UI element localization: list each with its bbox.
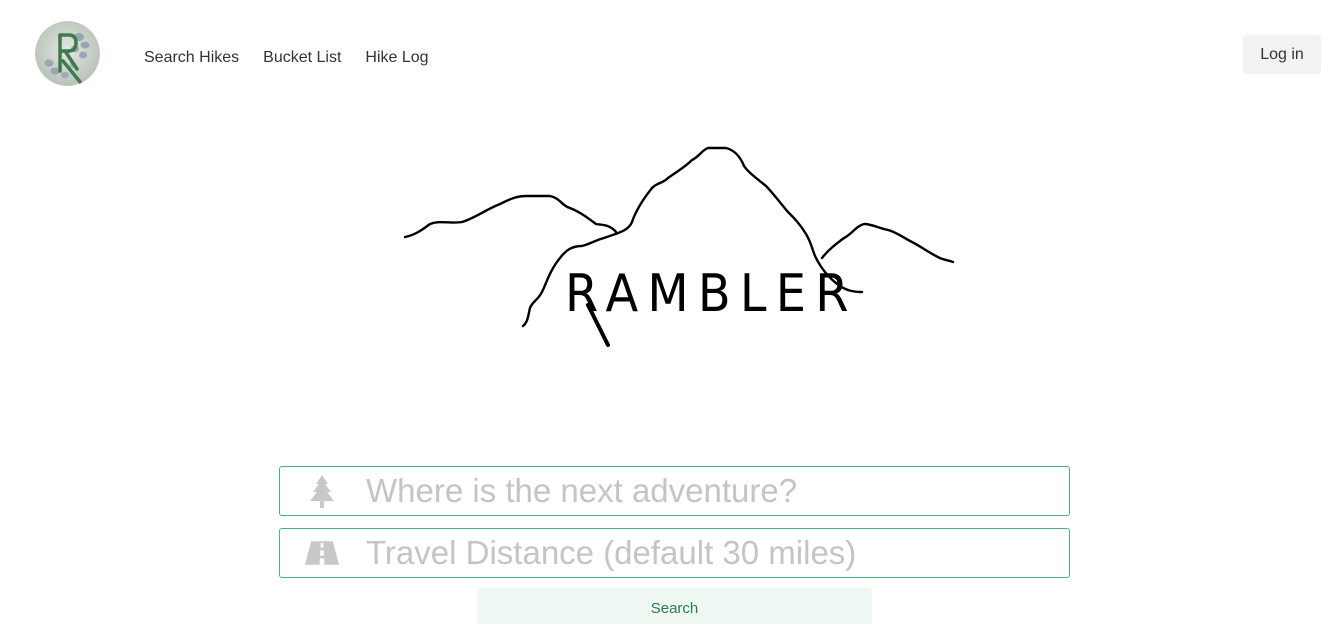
distance-input[interactable] xyxy=(366,529,1056,577)
login-button[interactable]: Log in xyxy=(1243,35,1321,74)
nav-hike-log[interactable]: Hike Log xyxy=(365,48,428,68)
distance-field[interactable] xyxy=(279,528,1070,578)
search-button[interactable]: Search xyxy=(477,588,872,624)
nav-bucket-list[interactable]: Bucket List xyxy=(263,48,341,68)
tree-icon xyxy=(304,473,340,509)
location-input[interactable] xyxy=(366,467,1056,515)
logo-badge[interactable] xyxy=(35,21,100,86)
nav-search-hikes[interactable]: Search Hikes xyxy=(144,48,239,68)
brand-wordmark: RAMBLER xyxy=(565,264,858,324)
boot-print-logo-icon xyxy=(35,21,100,86)
road-icon xyxy=(304,535,340,571)
location-field[interactable] xyxy=(279,466,1070,516)
page: Search Hikes Bucket List Hike Log Log in… xyxy=(0,0,1341,624)
main-nav: Search Hikes Bucket List Hike Log xyxy=(144,48,453,68)
